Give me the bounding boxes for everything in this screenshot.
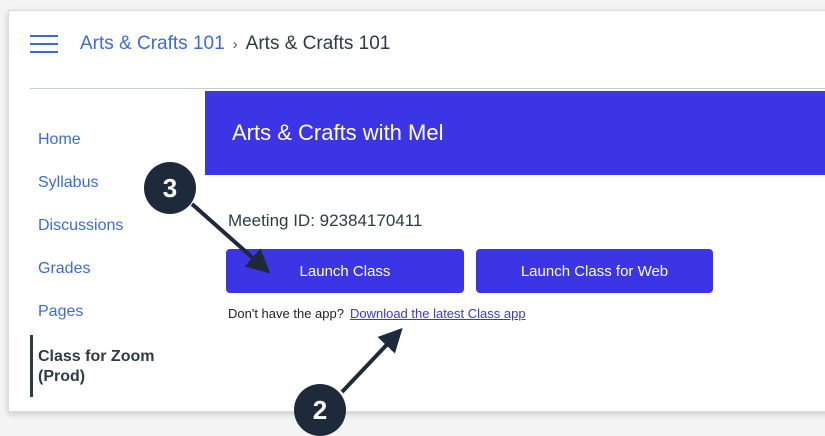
sidebar-item-home[interactable]: Home: [30, 118, 190, 161]
download-app-link[interactable]: Download the latest Class app: [350, 306, 526, 321]
meeting-id: Meeting ID: 92384170411: [228, 211, 423, 230]
breadcrumb-bar: Arts & Crafts 101 › Arts & Crafts 101: [30, 24, 390, 64]
callout-badge-step-b: 2: [294, 384, 346, 436]
app-download-note: Don't have the app? Download the latest C…: [228, 306, 526, 321]
sidebar-item-pages[interactable]: Pages: [30, 290, 190, 333]
course-navigation: Home Syllabus Discussions Grades Pages C…: [30, 118, 190, 397]
hamburger-menu-icon[interactable]: [30, 35, 58, 53]
breadcrumb-separator-icon: ›: [232, 35, 238, 53]
class-banner: Arts & Crafts with Mel: [205, 91, 825, 175]
breadcrumb-course-link[interactable]: Arts & Crafts 101: [80, 33, 225, 55]
launch-class-button[interactable]: Launch Class: [226, 249, 464, 293]
sidebar-item-class-for-zoom[interactable]: Class for Zoom (Prod): [30, 335, 190, 397]
launch-class-web-button[interactable]: Launch Class for Web: [476, 249, 713, 293]
banner-title: Arts & Crafts with Mel: [232, 120, 444, 145]
header-divider: [30, 88, 825, 89]
callout-badge-step-a: 3: [144, 162, 196, 214]
app-note-text: Don't have the app?: [228, 306, 344, 321]
breadcrumb-current: Arts & Crafts 101: [245, 33, 391, 54]
sidebar-item-grades[interactable]: Grades: [30, 247, 190, 290]
